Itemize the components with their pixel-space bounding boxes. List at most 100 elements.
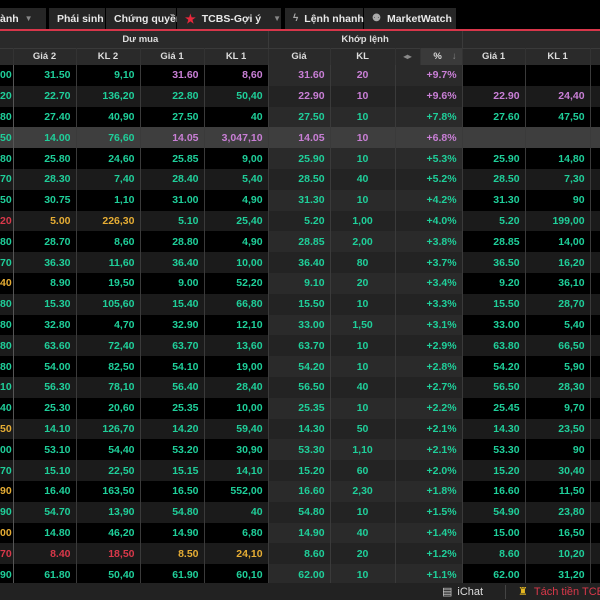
table-row[interactable]: 70 28.30 7,40 28.40 5,40 28.50 40 +5.2% 28.50 7,3… [0, 168, 600, 190]
cell-pct: +4.2% [395, 189, 463, 211]
table-row[interactable]: 20 22.70 136,20 22.80 50,40 22.90 10 +9.6% 22.90… [0, 85, 600, 107]
sort-down-icon[interactable]: ↓ [452, 51, 457, 62]
col-ban-gia-1[interactable]: Giá 1 [462, 48, 526, 65]
cell-pct: +5.3% [395, 148, 463, 169]
col-kl-2[interactable]: KL 2 [76, 48, 141, 65]
table-row[interactable]: 50 14.10 126,70 14.20 59,40 14.30 50 +2.1% 14.30… [0, 418, 600, 440]
chevron-down-icon[interactable]: ▼ [273, 14, 281, 23]
cell-col0: 10 [0, 376, 14, 398]
cell-ban-gia1: 25.90 [462, 148, 526, 169]
cell-overflow [590, 335, 600, 357]
cell-ban-gia1: 54.20 [462, 356, 526, 377]
cell-ban-kl1: 90 [525, 189, 591, 211]
cell-khop-gia: 28.85 [268, 231, 331, 253]
cell-khop-kl: 10 [330, 148, 396, 169]
table-row[interactable]: 00 31.50 9,10 31.60 8,60 31.60 20 +9.7% [0, 65, 600, 86]
cell-gia1: 53.20 [140, 439, 205, 461]
cell-gia2: 54.00 [13, 356, 77, 377]
col-khop-gia[interactable]: Giá [268, 48, 331, 65]
cell-khop-kl: 10 [330, 564, 396, 583]
cell-overflow [590, 106, 600, 128]
tab-tcbs-goi-y[interactable]: ★ TCBS-Gợi ý ▼ [177, 8, 281, 29]
cell-khop-gia: 16.60 [268, 480, 331, 502]
table-row[interactable]: 20 5.00 226,30 5.10 25,40 5.20 1,00 +4.0% 5.20 19… [0, 210, 600, 232]
table-row[interactable]: 80 25.80 24,60 25.85 9,00 25.90 10 +5.3% 25.90 14… [0, 148, 600, 169]
table-row[interactable]: 10 56.30 78,10 56.40 28,40 56.50 40 +2.7% 56.50 2… [0, 376, 600, 398]
table-row[interactable]: 00 53.10 54,40 53.20 30,90 53.30 1,10 +2.1% 53.3… [0, 439, 600, 461]
cell-kl2: 20,60 [76, 397, 141, 419]
table-row[interactable]: 80 27.40 40,90 27.50 40 27.50 10 +7.8% 27.60 47,5… [0, 106, 600, 128]
col-gia-1[interactable]: Giá 1 [140, 48, 205, 65]
cell-gia1: 8.50 [140, 543, 205, 565]
cell-khop-kl: 20 [330, 543, 396, 565]
cell-ban-gia1: 62.00 [462, 564, 526, 583]
table-row[interactable]: 70 8.40 18,50 8.50 24,10 8.60 20 +1.2% 8.60 10,20 [0, 543, 600, 565]
cell-gia1: 15.15 [140, 460, 205, 481]
table-row[interactable]: 80 32.80 4,70 32.90 12,10 33.00 1,50 +3.1% 33.00… [0, 314, 600, 336]
col-khop-kl[interactable]: KL [330, 48, 396, 65]
cell-ban-kl1: 11,50 [525, 480, 591, 502]
cell-gia1: 25.85 [140, 148, 205, 169]
col-gia-2[interactable]: Giá 2 [13, 48, 77, 65]
cell-gia2: 8.90 [13, 272, 77, 294]
table-row[interactable]: 50 30.75 1,10 31.00 4,90 31.30 10 +4.2% 31.30 90 [0, 189, 600, 211]
cell-ban-kl1: 14,00 [525, 231, 591, 253]
table-row[interactable]: 80 54.00 82,50 54.10 19,00 54.20 10 +2.8% 54.20 5… [0, 356, 600, 377]
cell-khop-kl: 2,00 [330, 231, 396, 253]
col-kl-1[interactable]: KL 1 [204, 48, 269, 65]
cell-khop-kl: 40 [330, 522, 396, 544]
cell-kl2: 19,50 [76, 272, 141, 294]
table-row[interactable]: 90 54.70 13,90 54.80 40 54.80 10 +1.5% 54.90 23,8… [0, 501, 600, 523]
cell-ban-kl1: 9,70 [525, 397, 591, 419]
cell-pct: +3.8% [395, 231, 463, 253]
cell-pct: +2.1% [395, 418, 463, 440]
tab-chung-quyen[interactable]: Chứng quyền [106, 8, 182, 29]
cell-gia1: 15.40 [140, 293, 205, 315]
cell-kl2: 40,90 [76, 106, 141, 128]
cell-overflow [590, 293, 600, 315]
cell-gia2: 56.30 [13, 376, 77, 398]
table-row[interactable]: 00 14.80 46,20 14.90 6,80 14.90 40 +1.4% 15.00 16… [0, 522, 600, 544]
cell-khop-kl: 80 [330, 252, 396, 273]
table-row[interactable]: 80 15.30 105,60 15.40 66,80 15.50 10 +3.3% 15.50… [0, 293, 600, 315]
cell-col0: 80 [0, 148, 14, 169]
cell-gia2: 28.70 [13, 231, 77, 253]
col-pct[interactable]: % ↓ [420, 48, 463, 65]
cell-ban-kl1: 90 [525, 439, 591, 461]
expand-arrows-icon[interactable]: ◂▸ [395, 48, 421, 65]
table-row[interactable]: 50 14.00 76,60 14.05 3,047,10 14.05 10 +6.8% [0, 127, 600, 149]
table-row[interactable]: 90 16.40 163,50 16.50 552,00 16.60 2,30 +1.8% 16… [0, 480, 600, 502]
cell-khop-gia: 15.50 [268, 293, 331, 315]
chevron-down-icon[interactable]: ▼ [25, 14, 33, 23]
table-row[interactable]: 70 15.10 22,50 15.15 14,10 15.20 60 +2.0% 15.20 3… [0, 460, 600, 481]
cell-ban-kl1: 7,30 [525, 168, 591, 190]
cell-gia1: 28.80 [140, 231, 205, 253]
cell-col0: 50 [0, 127, 14, 149]
table-row[interactable]: 90 61.80 50,40 61.90 60,10 62.00 10 +1.1% 62.00 3… [0, 564, 600, 583]
cell-gia2: 22.70 [13, 85, 77, 107]
col-ban-kl-1[interactable]: KL 1 [525, 48, 591, 65]
cell-kl1: 10,00 [204, 252, 269, 273]
table-row[interactable]: 40 8.90 19,50 9.00 52,20 9.10 20 +3.4% 9.20 36,10 [0, 272, 600, 294]
cell-gia2: 36.30 [13, 252, 77, 273]
tab-marketwatch[interactable]: ⚉ MarketWatch [364, 8, 456, 29]
tab-phai-sinh[interactable]: Phái sinh [49, 8, 105, 29]
table-row[interactable]: 80 63.60 72,40 63.70 13,60 63.70 10 +2.9% 63.80 6… [0, 335, 600, 357]
cell-overflow [590, 460, 600, 481]
cell-ban-gia1: 28.50 [462, 168, 526, 190]
table-row[interactable]: 40 25.30 20,60 25.35 10,00 25.35 10 +2.2% 25.45 9… [0, 397, 600, 419]
cell-ban-kl1 [525, 65, 591, 86]
cell-gia1: 22.80 [140, 85, 205, 107]
cell-kl1: 10,00 [204, 397, 269, 419]
cell-overflow [590, 85, 600, 107]
tab-nganh[interactable]: ành ▼ [0, 8, 46, 29]
cell-kl1: 3,047,10 [204, 127, 269, 149]
table-row[interactable]: 70 36.30 11,60 36.40 10,00 36.40 80 +3.7% 36.50 1… [0, 252, 600, 273]
cell-kl1: 25,40 [204, 210, 269, 232]
ichat-button[interactable]: ▤ iChat [442, 583, 483, 600]
tab-lenh-nhanh[interactable]: ϟ Lệnh nhanh [285, 8, 364, 29]
cell-gia1: 32.90 [140, 314, 205, 336]
cell-col0: 50 [0, 418, 14, 440]
table-row[interactable]: 80 28.70 8,60 28.80 4,90 28.85 2,00 +3.8% 28.85 1… [0, 231, 600, 253]
promo-link[interactable]: ♜ Tách tiền TCB [518, 583, 600, 600]
